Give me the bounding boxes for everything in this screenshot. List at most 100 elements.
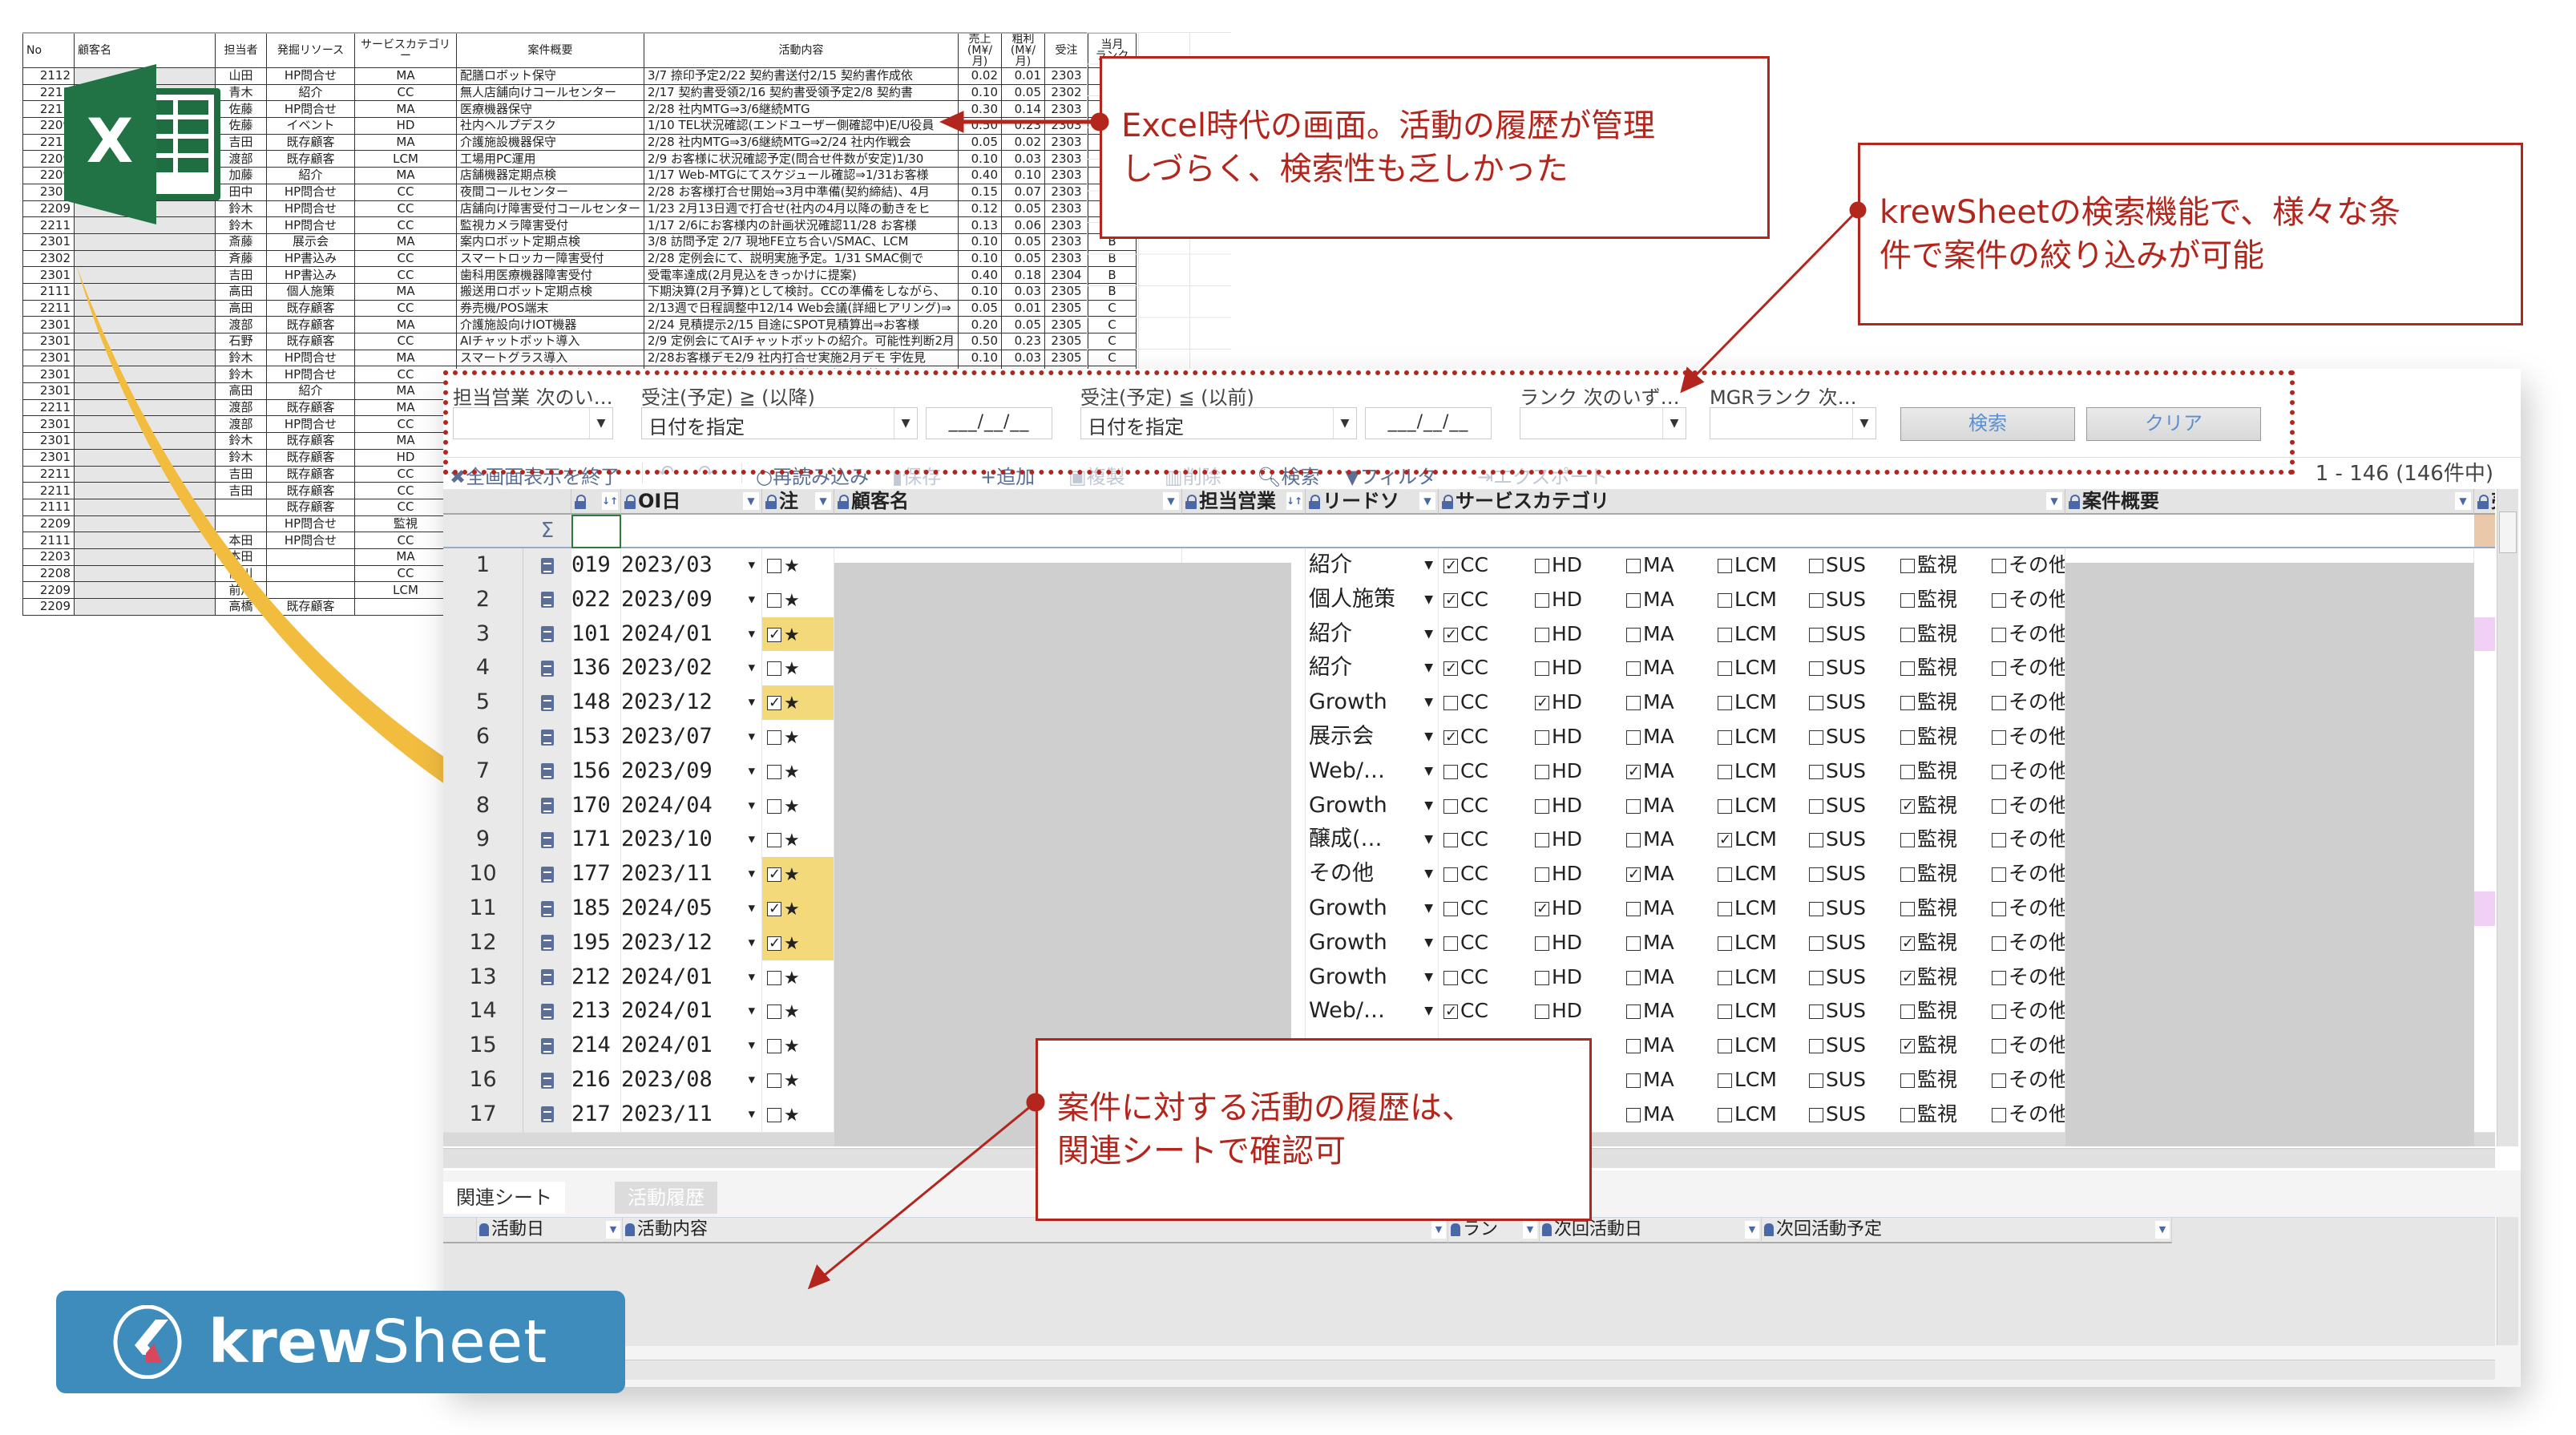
row-detail-button[interactable]	[523, 754, 571, 790]
cell-lead-source[interactable]: Web/… ▼	[1306, 994, 1439, 1030]
cell-id[interactable]: 177	[571, 857, 621, 893]
cell-lead-source[interactable]: 展示会 ▼	[1306, 720, 1439, 755]
cell-id[interactable]: 148	[571, 685, 621, 722]
service-checkbox[interactable]	[1992, 798, 2006, 814]
service-checkbox[interactable]	[1809, 661, 1823, 677]
service-checkbox[interactable]	[1718, 559, 1732, 573]
service-option-4[interactable]: SUS	[1809, 857, 1900, 891]
cell-id[interactable]: 136	[571, 651, 621, 687]
service-option-6[interactable]: その他	[1992, 926, 2065, 960]
row-detail-button[interactable]	[523, 582, 571, 618]
cell-service-category[interactable]: CC HD MA LCM SUS 監視 その他	[1439, 788, 2065, 824]
service-option-5[interactable]: 監視	[1900, 617, 1992, 651]
cell-oi-date[interactable]: 2024/01 ▼	[621, 1029, 762, 1065]
cell-note[interactable]: ★	[762, 994, 834, 1030]
service-checkbox[interactable]	[1992, 833, 2006, 848]
tab-related-sheet[interactable]: 関連シート	[443, 1182, 565, 1214]
cell-oi-date[interactable]: 2023/09 ▼	[621, 582, 762, 618]
column-header-id[interactable]: ↓↑	[571, 489, 621, 515]
service-checkbox[interactable]	[1626, 833, 1641, 848]
cell-id[interactable]: 214	[571, 1029, 621, 1065]
service-checkbox[interactable]	[1992, 867, 2006, 883]
service-option-0[interactable]: CC	[1443, 926, 1535, 960]
service-checkbox[interactable]	[1900, 1029, 1915, 1063]
service-checkbox[interactable]	[1900, 627, 1915, 642]
save-button[interactable]: ▮保存	[892, 461, 941, 489]
cell-revenue[interactable]	[2474, 788, 2495, 824]
service-checkbox[interactable]	[1992, 696, 2006, 711]
service-option-5[interactable]: 監視	[1900, 1029, 1992, 1063]
cell-id[interactable]: 171	[571, 823, 621, 859]
service-checkbox[interactable]	[1718, 1039, 1732, 1054]
note-checkbox[interactable]	[767, 1073, 781, 1088]
service-option-2[interactable]: MA	[1626, 857, 1718, 891]
cell-note[interactable]: ★	[762, 754, 834, 790]
service-checkbox[interactable]	[1718, 764, 1732, 779]
chevron-down-icon[interactable]: ▼	[1419, 492, 1435, 510]
service-option-2[interactable]: MA	[1626, 617, 1718, 651]
service-checkbox[interactable]	[1900, 1004, 1915, 1020]
service-checkbox[interactable]	[1992, 1004, 2006, 1020]
service-option-3[interactable]: LCM	[1718, 651, 1809, 685]
service-option-2[interactable]: MA	[1626, 823, 1718, 856]
service-option-3[interactable]: LCM	[1718, 823, 1809, 857]
service-checkbox[interactable]	[1626, 1039, 1641, 1054]
service-option-6[interactable]: その他	[1992, 720, 2065, 754]
cell-id[interactable]: 216	[571, 1063, 621, 1098]
service-option-5[interactable]: 監視	[1900, 685, 1992, 719]
chevron-down-icon[interactable]: ▼	[1424, 823, 1433, 856]
cell-note[interactable]: ★	[762, 1029, 834, 1065]
cell-id[interactable]: 213	[571, 994, 621, 1030]
service-checkbox[interactable]	[1992, 730, 2006, 745]
service-option-3[interactable]: LCM	[1718, 1097, 1809, 1131]
cell-note[interactable]: ★	[762, 651, 834, 687]
service-option-6[interactable]: その他	[1992, 548, 2065, 582]
service-checkbox[interactable]	[1718, 730, 1732, 745]
search-toolbar-button[interactable]: 🔍︎検索	[1257, 461, 1319, 489]
cell-revenue[interactable]	[2474, 925, 2495, 961]
redo-button[interactable]: ↷	[698, 461, 714, 483]
service-checkbox[interactable]	[1809, 970, 1823, 985]
chevron-down-icon[interactable]: ▼	[1424, 926, 1433, 960]
service-checkbox[interactable]	[1992, 1073, 2006, 1088]
row-detail-button[interactable]	[523, 1029, 571, 1065]
note-checkbox[interactable]	[767, 592, 781, 608]
column-header-service[interactable]: サービスカテゴリ ▼	[1439, 489, 2065, 515]
service-checkbox[interactable]	[1535, 892, 1549, 926]
cell-service-category[interactable]: CC HD MA LCM SUS 監視 その他	[1439, 616, 2065, 653]
service-checkbox[interactable]	[1535, 764, 1549, 779]
cell-service-category[interactable]: CC HD MA LCM SUS 監視 その他	[1439, 891, 2065, 927]
service-option-5[interactable]: 監視	[1900, 960, 1992, 995]
service-checkbox[interactable]	[1443, 867, 1458, 883]
cell-service-category[interactable]: CC HD MA LCM SUS 監視 その他	[1439, 754, 2065, 790]
row-detail-button[interactable]	[523, 685, 571, 722]
tab-activity-history[interactable]: 活動履歴	[615, 1182, 717, 1214]
cell-revenue[interactable]	[2474, 1063, 2495, 1098]
service-checkbox[interactable]	[1626, 592, 1641, 608]
chevron-down-icon[interactable]: ▼	[2455, 492, 2471, 510]
service-option-3[interactable]: LCM	[1718, 583, 1809, 616]
service-option-3[interactable]: LCM	[1718, 1063, 1809, 1097]
service-checkbox[interactable]	[1535, 936, 1549, 951]
cell-oi-date[interactable]: 2023/08 ▼	[621, 1063, 762, 1098]
cell-note[interactable]: ★	[762, 925, 834, 961]
chevron-down-icon[interactable]: ▼	[749, 926, 755, 960]
service-checkbox[interactable]	[1535, 798, 1549, 814]
delete-button[interactable]: ▥削除	[1165, 461, 1221, 489]
cell-note[interactable]: ★	[762, 616, 834, 653]
service-option-4[interactable]: SUS	[1809, 1029, 1900, 1062]
service-option-0[interactable]: CC	[1443, 891, 1535, 925]
cell-revenue[interactable]	[2474, 754, 2495, 790]
column-header-next-activity-plan[interactable]: 次回活動予定 ▼	[1762, 1218, 2172, 1243]
service-option-4[interactable]: SUS	[1809, 926, 1900, 960]
service-checkbox[interactable]	[1900, 867, 1915, 883]
undo-button[interactable]: ↶	[658, 461, 674, 483]
service-option-0[interactable]: CC	[1443, 823, 1535, 856]
service-checkbox[interactable]	[1718, 592, 1732, 608]
service-option-5[interactable]: 監視	[1900, 1063, 1992, 1097]
cell-id[interactable]: 022	[571, 582, 621, 618]
row-detail-button[interactable]	[523, 1063, 571, 1098]
cell-note[interactable]: ★	[762, 548, 834, 584]
chevron-down-icon[interactable]: ▼	[749, 651, 755, 685]
cell-id[interactable]: 170	[571, 788, 621, 824]
